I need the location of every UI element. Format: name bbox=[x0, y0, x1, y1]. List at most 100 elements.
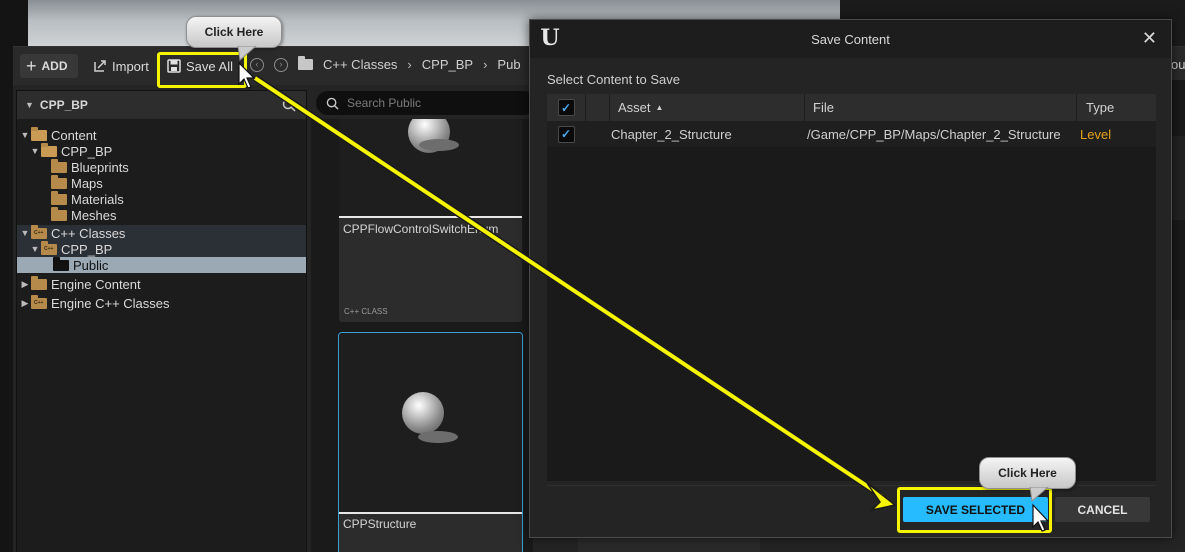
folder-icon bbox=[31, 275, 47, 290]
search-input[interactable]: Search Public bbox=[316, 91, 536, 115]
sphere-icon bbox=[402, 392, 444, 434]
tree-header-title: CPP_BP bbox=[39, 98, 88, 112]
table-row[interactable]: ✓ Chapter_2_Structure /Game/CPP_BP/Maps/… bbox=[547, 121, 1156, 147]
import-icon bbox=[94, 60, 106, 72]
dialog-title: Save Content bbox=[811, 32, 890, 47]
folder-icon bbox=[51, 158, 67, 173]
close-icon[interactable]: ✕ bbox=[1142, 29, 1157, 47]
add-button[interactable]: + ADD bbox=[20, 54, 78, 78]
folder-open-icon bbox=[31, 126, 47, 141]
right-edge-panel bbox=[1172, 80, 1185, 480]
tree-item-label: Maps bbox=[71, 175, 103, 191]
tree-item-label: Engine Content bbox=[51, 276, 141, 292]
column-asset[interactable]: Asset ▲ bbox=[609, 94, 804, 121]
import-button[interactable]: Import bbox=[87, 54, 155, 78]
asset-grid: CPPFlowControlSwitchEnum C++ CLASS CPPSt… bbox=[311, 119, 533, 552]
row-check-cell: ✓ bbox=[547, 121, 585, 147]
select-all-checkbox[interactable]: ✓ bbox=[557, 99, 575, 116]
asset-name: CPPStructure bbox=[343, 517, 417, 531]
save-all-highlight bbox=[157, 52, 247, 88]
folder-open-icon bbox=[41, 142, 57, 157]
callout-text: Click Here bbox=[204, 25, 264, 39]
forward-icon[interactable]: › bbox=[274, 58, 288, 72]
tree-item-label: Public bbox=[73, 257, 109, 273]
chevron-right-icon: › bbox=[483, 57, 488, 72]
background-strip bbox=[578, 538, 760, 552]
toolbar-edge-text: ou bbox=[1171, 57, 1185, 72]
shadow-shape bbox=[418, 431, 458, 443]
column-file-label: File bbox=[813, 100, 834, 115]
tree-item-label: CPP_BP bbox=[61, 241, 113, 257]
cancel-button[interactable]: CANCEL bbox=[1055, 497, 1150, 522]
tree-item-public[interactable]: Public bbox=[17, 256, 306, 273]
tree-item-materials[interactable]: Materials bbox=[17, 190, 306, 207]
folder-icon bbox=[51, 206, 67, 221]
chevron-down-icon[interactable]: ▼ bbox=[29, 146, 41, 156]
folder-icon bbox=[51, 174, 67, 189]
content-table: ✓ Asset ▲ File Type ✓ Chapter_2_Structur… bbox=[547, 94, 1156, 481]
click-here-callout: Click Here bbox=[186, 16, 282, 48]
folder-icon[interactable] bbox=[298, 56, 313, 70]
table-header: ✓ Asset ▲ File Type bbox=[547, 94, 1156, 121]
column-asset-label: Asset bbox=[618, 100, 651, 115]
tree-item-cpp-bp[interactable]: ▼ CPP_BP bbox=[17, 142, 306, 159]
tree-header[interactable]: ▼ CPP_BP bbox=[17, 91, 306, 119]
folder-icon bbox=[51, 190, 67, 205]
search-icon[interactable] bbox=[282, 98, 296, 112]
tree-item-engine-cpp-classes[interactable]: ▶ Engine C++ Classes bbox=[17, 294, 306, 311]
cpp-folder-icon bbox=[31, 224, 47, 239]
tree-item-cpp-classes[interactable]: ▼ C++ Classes bbox=[17, 224, 306, 241]
chevron-down-icon[interactable]: ▼ bbox=[19, 130, 31, 140]
save-selected-button[interactable]: SAVE SELECTED bbox=[903, 497, 1048, 522]
divider bbox=[339, 512, 522, 514]
chevron-right-icon[interactable]: ▶ bbox=[19, 298, 31, 309]
asset-thumbnail bbox=[339, 333, 522, 512]
tree-item-meshes[interactable]: Meshes bbox=[17, 206, 306, 223]
asset-tile[interactable]: CPPFlowControlSwitchEnum C++ CLASS bbox=[339, 119, 522, 322]
callout-text: Click Here bbox=[998, 466, 1057, 480]
breadcrumb-item[interactable]: CPP_BP bbox=[422, 57, 473, 72]
asset-name: CPPFlowControlSwitchEnum bbox=[343, 222, 499, 236]
row-checkbox[interactable]: ✓ bbox=[557, 125, 575, 143]
row-asset: Chapter_2_Structure bbox=[611, 126, 732, 142]
chevron-down-icon[interactable]: ▼ bbox=[25, 100, 34, 110]
plus-icon: + bbox=[26, 56, 37, 76]
breadcrumb-item[interactable]: C++ Classes bbox=[323, 57, 397, 72]
shadow-shape bbox=[419, 139, 459, 151]
search-placeholder: Search Public bbox=[347, 96, 422, 110]
cpp-folder-icon bbox=[31, 294, 47, 309]
save-content-dialog: U Save Content ✕ Select Content to Save … bbox=[529, 19, 1172, 538]
tree-item-blueprints[interactable]: Blueprints bbox=[17, 158, 306, 175]
click-here-callout: Click Here bbox=[979, 457, 1076, 489]
select-all-cell: ✓ bbox=[547, 94, 585, 121]
cpp-folder-icon bbox=[41, 240, 57, 255]
chevron-down-icon[interactable]: ▼ bbox=[19, 228, 31, 238]
asset-class: C++ CLASS bbox=[344, 307, 388, 316]
sort-ascending-icon: ▲ bbox=[655, 103, 664, 112]
breadcrumb-item[interactable]: Pub bbox=[497, 57, 520, 72]
asset-thumbnail bbox=[339, 119, 522, 216]
tree-item-label: Blueprints bbox=[71, 159, 129, 175]
tree-item-label: Content bbox=[51, 127, 97, 143]
tree-item-label: C++ Classes bbox=[51, 225, 126, 241]
callout-tail bbox=[237, 46, 257, 61]
dialog-subtitle: Select Content to Save bbox=[547, 72, 680, 87]
column-file[interactable]: File bbox=[804, 94, 1076, 121]
tree-item-maps[interactable]: Maps bbox=[17, 174, 306, 191]
tree-item-label: Materials bbox=[71, 191, 124, 207]
column-type-label: Type bbox=[1086, 100, 1115, 115]
row-file: /Game/CPP_BP/Maps/Chapter_2_Structure bbox=[807, 126, 1061, 142]
folder-tree-panel: ▼ CPP_BP ▼ Content ▼ CPP_BP Blueprints M… bbox=[16, 90, 307, 552]
tree-item-label: Engine C++ Classes bbox=[51, 295, 170, 311]
asset-tile[interactable]: CPPStructure bbox=[338, 332, 523, 552]
tree-item-content[interactable]: ▼ Content bbox=[17, 126, 306, 143]
tree-item-label: CPP_BP bbox=[61, 143, 113, 159]
import-button-label: Import bbox=[112, 58, 149, 74]
column-type[interactable]: Type bbox=[1076, 94, 1156, 121]
tree-item-engine-content[interactable]: ▶ Engine Content bbox=[17, 275, 306, 292]
chevron-right-icon[interactable]: ▶ bbox=[19, 279, 31, 290]
header-spacer bbox=[585, 94, 609, 121]
chevron-down-icon[interactable]: ▼ bbox=[29, 244, 41, 254]
tree-item-cpp-bp-classes[interactable]: ▼ CPP_BP bbox=[17, 240, 306, 257]
divider bbox=[339, 216, 522, 218]
